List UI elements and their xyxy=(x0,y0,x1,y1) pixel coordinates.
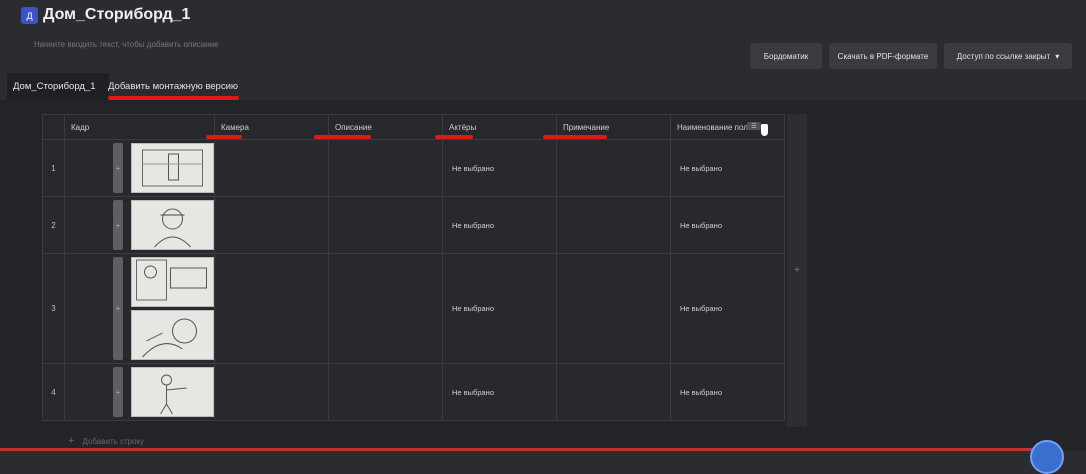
custom-cell[interactable]: Не выбрано xyxy=(670,363,785,421)
table-row: 4 + Не выбрано Не выбрано xyxy=(42,363,785,421)
custom-value: Не выбрано xyxy=(680,164,722,173)
bordomatic-button[interactable]: Бордоматик xyxy=(750,43,822,69)
highlight-underline xyxy=(314,135,371,139)
access-label: Доступ по ссылке закрыт xyxy=(956,51,1051,61)
page-title[interactable]: Дом_Сториборд_1 xyxy=(43,6,190,24)
highlight-underline xyxy=(435,135,473,139)
add-frame-handle[interactable]: + xyxy=(113,257,123,360)
project-icon: Д xyxy=(21,7,38,24)
table-row: 2 + Не выбрано Не выбрано xyxy=(42,196,785,254)
storyboard-frame-image[interactable] xyxy=(131,310,214,360)
row-number: 2 xyxy=(42,196,65,254)
description-cell[interactable] xyxy=(328,196,443,254)
row-number: 1 xyxy=(42,139,65,197)
note-cell[interactable] xyxy=(556,363,671,421)
chevron-down-icon: ▾ xyxy=(1055,51,1060,61)
add-frame-handle[interactable]: + xyxy=(113,200,123,250)
row-number: 4 xyxy=(42,363,65,421)
access-button[interactable]: Доступ по ссылке закрыт ▾ xyxy=(944,43,1072,69)
custom-value: Не выбрано xyxy=(680,388,722,397)
actors-cell[interactable]: Не выбрано xyxy=(442,139,557,197)
actors-cell[interactable]: Не выбрано xyxy=(442,363,557,421)
highlight-underline xyxy=(206,135,242,139)
add-row-label: Добавить строку xyxy=(82,437,145,446)
actors-value: Не выбрано xyxy=(452,221,494,230)
storyboard-frame-image[interactable] xyxy=(131,257,214,307)
actors-value: Не выбрано xyxy=(452,388,494,397)
highlight-underline xyxy=(108,96,239,100)
row-number: 3 xyxy=(42,253,65,364)
actors-value: Не выбрано xyxy=(452,164,494,173)
actors-cell[interactable]: Не выбрано xyxy=(442,253,557,364)
add-column-button[interactable]: + xyxy=(787,114,807,427)
note-cell[interactable] xyxy=(556,139,671,197)
custom-cell[interactable]: Не выбрано xyxy=(670,139,785,197)
description-cell[interactable] xyxy=(328,253,443,364)
storyboard-table: Кадр Камера Описание Актёры Примечание Н… xyxy=(42,114,785,421)
description-cell[interactable] xyxy=(328,139,443,197)
frame-cell[interactable]: + xyxy=(64,253,215,364)
column-menu-icon[interactable]: ☰ xyxy=(747,122,761,130)
add-frame-handle[interactable]: + xyxy=(113,367,123,417)
download-pdf-button[interactable]: Скачать в PDF-формате xyxy=(829,43,937,69)
custom-value: Не выбрано xyxy=(680,221,722,230)
note-cell[interactable] xyxy=(556,253,671,364)
custom-cell[interactable]: Не выбрано xyxy=(670,196,785,254)
storyboard-frame-image[interactable] xyxy=(131,367,214,417)
col-frame[interactable]: Кадр xyxy=(64,114,215,140)
floating-action-button[interactable] xyxy=(1030,440,1064,474)
description-input[interactable]: Начните вводить текст, чтобы добавить оп… xyxy=(34,40,219,49)
storyboard-frame-image[interactable] xyxy=(131,200,214,250)
frame-cell[interactable]: + xyxy=(64,139,215,197)
storyboard-frame-image[interactable] xyxy=(131,143,214,193)
camera-cell[interactable] xyxy=(214,363,329,421)
custom-value: Не выбрано xyxy=(680,304,722,313)
camera-cell[interactable] xyxy=(214,139,329,197)
col-num xyxy=(42,114,65,140)
add-row-button[interactable]: + Добавить строку xyxy=(68,435,144,447)
frame-cell[interactable]: + xyxy=(64,363,215,421)
actors-cell[interactable]: Не выбрано xyxy=(442,196,557,254)
highlight-underline xyxy=(543,135,607,139)
camera-cell[interactable] xyxy=(214,253,329,364)
note-cell[interactable] xyxy=(556,196,671,254)
frame-cell[interactable]: + xyxy=(64,196,215,254)
plus-icon: + xyxy=(68,435,75,447)
camera-cell[interactable] xyxy=(214,196,329,254)
tab-storyboard[interactable]: Дом_Сториборд_1 xyxy=(7,73,109,100)
table-row: 1 + Не выбрано Не выбрано xyxy=(42,139,785,197)
mouse-cursor-icon xyxy=(761,124,768,136)
add-frame-handle[interactable]: + xyxy=(113,143,123,193)
table-row: 3 + Не выбрано Не выбрано xyxy=(42,253,785,364)
actors-value: Не выбрано xyxy=(452,304,494,313)
description-cell[interactable] xyxy=(328,363,443,421)
table-header-row: Кадр Камера Описание Актёры Примечание Н… xyxy=(42,114,785,140)
custom-cell[interactable]: Не выбрано xyxy=(670,253,785,364)
